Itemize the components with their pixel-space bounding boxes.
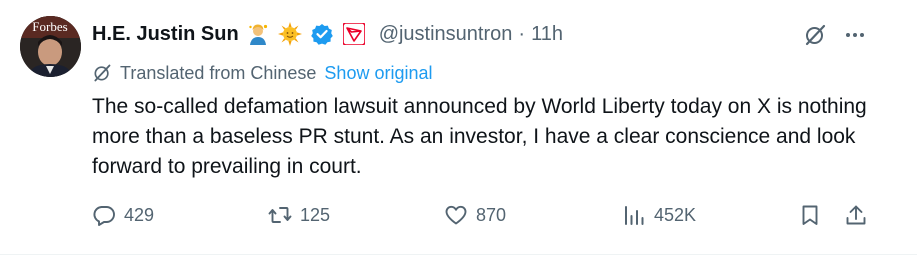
translation-notice: Translated from Chinese Show original <box>92 60 432 86</box>
tweet-timestamp[interactable]: 11h <box>531 23 563 46</box>
share-button[interactable] <box>844 200 868 230</box>
avatar[interactable]: Forbes <box>20 16 81 77</box>
share-icon <box>846 205 866 225</box>
reply-count: 429 <box>124 204 155 225</box>
tron-logo-icon <box>341 21 367 47</box>
repost-icon <box>268 207 292 223</box>
reply-icon <box>93 206 115 226</box>
view-count: 452K <box>654 204 697 225</box>
separator-dot: · <box>518 22 526 45</box>
sun-emoji-icon <box>277 21 303 47</box>
author-name[interactable]: H.E. Justin Sun <box>92 23 239 46</box>
views-button[interactable]: 452K <box>622 200 696 230</box>
like-button[interactable]: 870 <box>444 200 506 230</box>
action-bar: 429 125 870 452K <box>92 200 872 230</box>
bookmark-button[interactable] <box>798 200 822 230</box>
author-handle[interactable]: @justinsuntron <box>379 23 513 46</box>
reply-button[interactable]: 429 <box>92 200 154 230</box>
tweet: Forbes H.E. Justin Sun @justinsuntron · … <box>0 0 917 255</box>
tweet-text: The so-called defamation lawsuit announc… <box>92 95 867 178</box>
avatar-image: Forbes <box>20 16 81 77</box>
heart-icon <box>445 205 467 225</box>
avatar-text: Forbes <box>32 19 67 34</box>
translation-label: Translated from Chinese <box>120 62 317 83</box>
verified-badge-icon[interactable] <box>309 21 335 47</box>
show-original-link[interactable]: Show original <box>324 63 432 84</box>
more-icon <box>846 33 864 37</box>
grok-icon <box>805 24 826 46</box>
like-count: 870 <box>476 204 507 225</box>
grok-button[interactable] <box>800 20 830 50</box>
person-emoji-icon <box>245 21 271 47</box>
repost-button[interactable]: 125 <box>268 200 330 230</box>
translate-icon <box>94 64 111 82</box>
tweet-header: H.E. Justin Sun @justinsuntron · 11h <box>92 20 563 48</box>
views-icon <box>625 206 644 225</box>
more-options-button[interactable] <box>840 20 870 50</box>
repost-count: 125 <box>300 204 331 225</box>
bookmark-icon <box>802 205 818 225</box>
